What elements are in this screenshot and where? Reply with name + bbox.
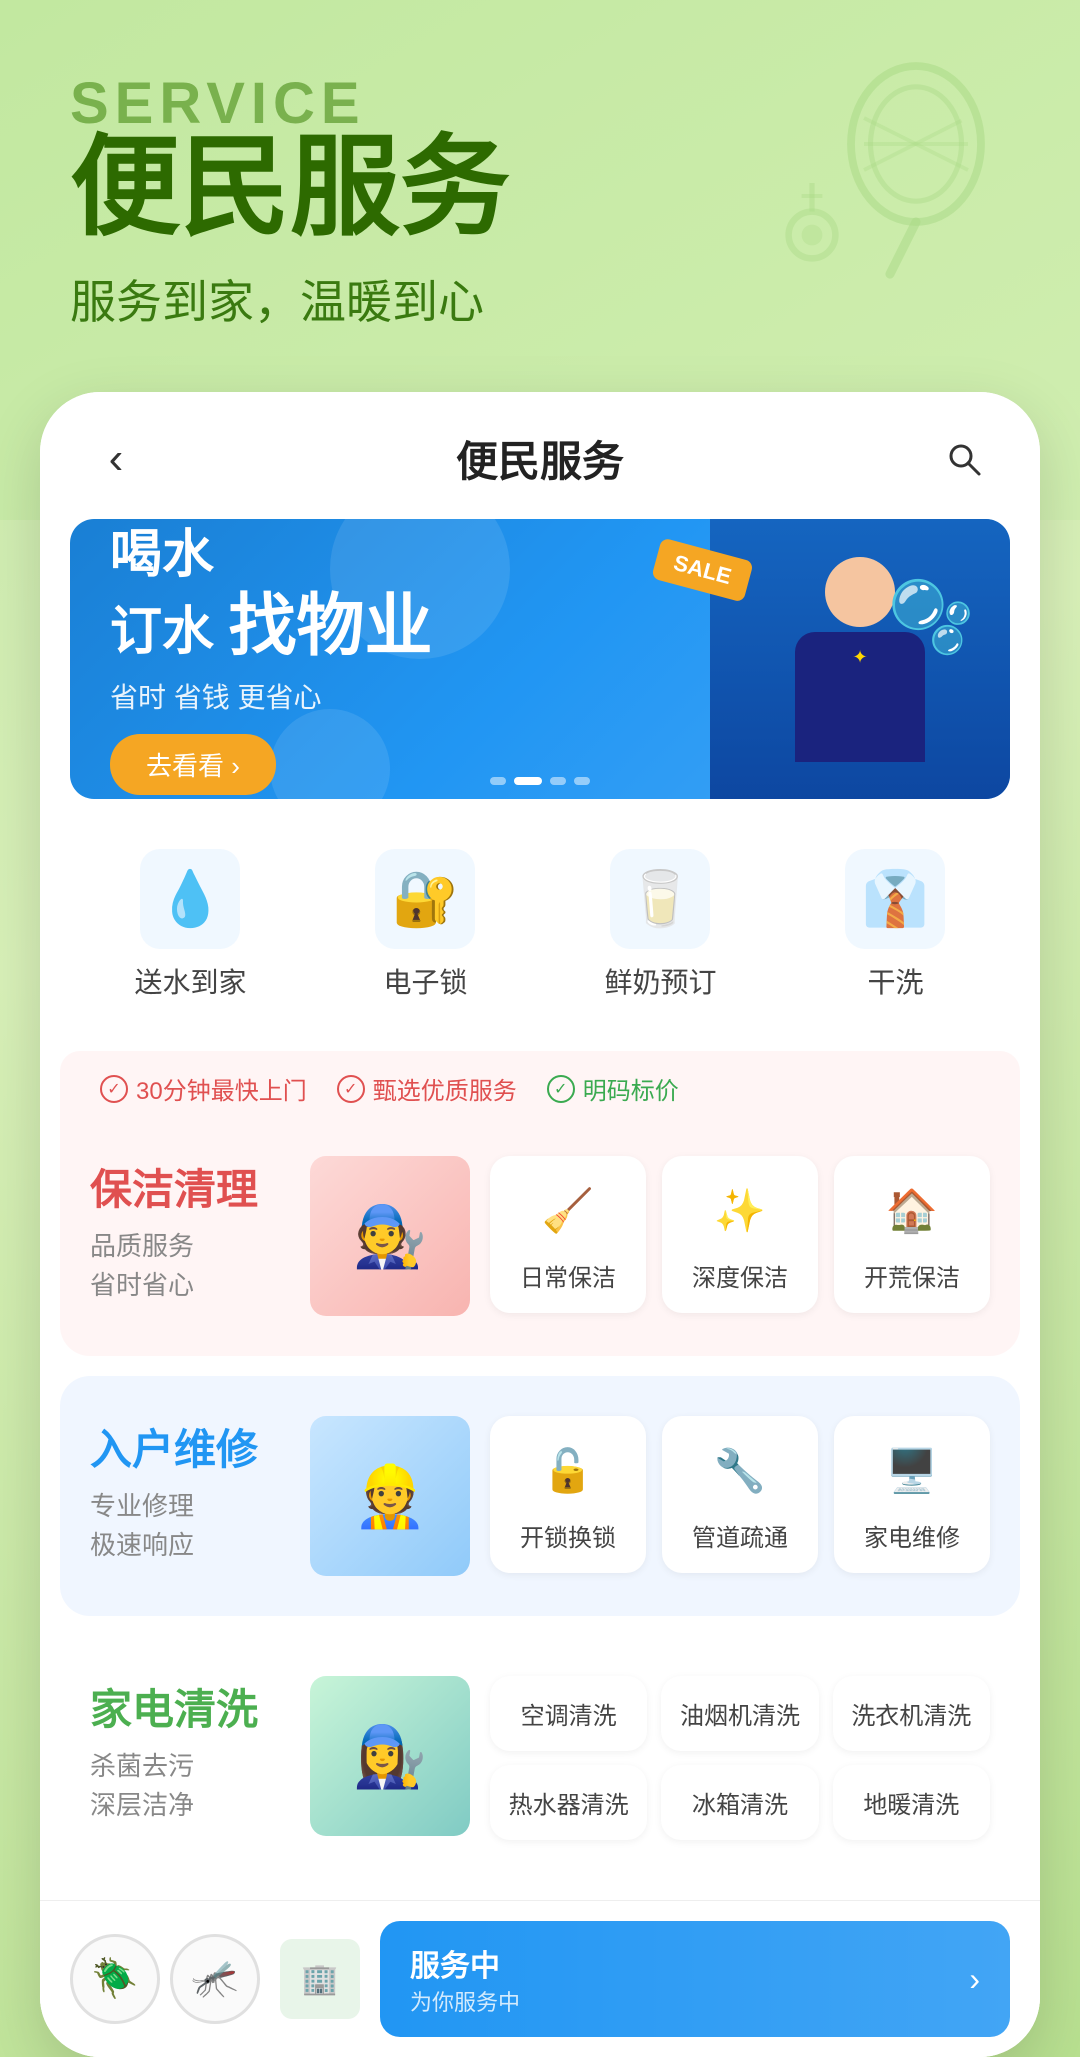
check-icon: ✓ xyxy=(100,1075,128,1103)
cleaning-info: 保洁清理 品质服务 省时省心 xyxy=(90,1156,290,1305)
cleaning-desc: 品质服务 省时省心 xyxy=(90,1227,290,1305)
service-btn-content: 服务中 为你服务中 xyxy=(410,1941,520,2017)
cleaning-item-move-in[interactable]: 🏠 开荒保洁 xyxy=(834,1156,990,1313)
hero-subtitle: 服务到家，温暖到心 xyxy=(70,266,1010,332)
cleaning-body: 保洁清理 品质服务 省时省心 🧑‍🔧 🧹 日常保洁 xyxy=(90,1156,990,1316)
badge-price: ✓ 明码标价 xyxy=(547,1071,679,1106)
service-sub-text: 为你服务中 xyxy=(410,1985,520,2017)
repair-info: 入户维修 专业修理 极速响应 xyxy=(90,1416,290,1565)
pest-icon-1: 🪲 xyxy=(70,1934,160,2024)
appliance-section: 家电清洗 杀菌去污 深层洁净 👩‍🔧 空调清洗 油烟机清洗 xyxy=(60,1636,1020,1880)
banner-dots xyxy=(490,777,590,785)
repair-item-pipe[interactable]: 🔧 管道疏通 xyxy=(662,1416,818,1573)
banner-dot-4 xyxy=(574,777,590,785)
quick-item-drycleaning[interactable]: 👔 干洗 xyxy=(845,849,945,1001)
cleaning-person: 🧑‍🔧 xyxy=(310,1156,470,1316)
hero-service-en: SERVICE xyxy=(70,70,1010,137)
appliance-person: 👩‍🔧 xyxy=(310,1676,470,1836)
quick-item-milk[interactable]: 🥛 鲜奶预订 xyxy=(604,849,716,1001)
quick-item-lock[interactable]: 🔐 电子锁 xyxy=(375,849,475,1001)
repair-title: 入户维修 xyxy=(90,1416,290,1477)
appliance-title: 家电清洗 xyxy=(90,1676,290,1737)
daily-cleaning-icon: 🧹 xyxy=(533,1176,603,1246)
bottom-arrow-icon: › xyxy=(969,1961,980,1998)
repair-person: 👷 xyxy=(310,1416,470,1576)
banner[interactable]: 喝水 订水 找物业 省时 省钱 更省心 去看看 › ✦ 🫧 SALE xyxy=(70,519,1010,799)
appliance-items: 空调清洗 油烟机清洗 洗衣机清洗 热水器清洗 冰箱清洗 地暖 xyxy=(490,1676,990,1840)
check-icon-3: ✓ xyxy=(547,1075,575,1103)
repair-item-appliance[interactable]: 🖥️ 家电维修 xyxy=(834,1416,990,1573)
cleaning-title: 保洁清理 xyxy=(90,1156,290,1217)
lock-repair-icon: 🔓 xyxy=(533,1436,603,1506)
badge-fast: ✓ 30分钟最快上门 xyxy=(100,1071,307,1106)
appliance-item-ac[interactable]: 空调清洗 xyxy=(490,1676,647,1751)
banner-person: ✦ 🫧 xyxy=(710,519,1010,799)
repair-item-lock[interactable]: 🔓 开锁换锁 xyxy=(490,1416,646,1573)
search-button[interactable] xyxy=(938,433,990,485)
cleaning-item-daily[interactable]: 🧹 日常保洁 xyxy=(490,1156,646,1313)
topbar: ‹ 便民服务 xyxy=(40,392,1040,519)
services-wrap: ✓ 30分钟最快上门 ✓ 甄选优质服务 ✓ 明码标价 保洁清理 品质服务 省时省… xyxy=(40,1051,1040,2057)
quick-icons: 💧 送水到家 🔐 电子锁 🥛 鲜奶预订 👔 干洗 xyxy=(40,829,1040,1031)
hero-section: SERVICE 便民服务 服务到家，温暖到心 xyxy=(0,0,1080,332)
quick-item-label-milk: 鲜奶预订 xyxy=(604,961,716,1001)
milk-icon-box: 🥛 xyxy=(610,849,710,949)
banner-dot-1 xyxy=(490,777,506,785)
pipe-icon: 🔧 xyxy=(705,1436,775,1506)
water-icon-box: 💧 xyxy=(140,849,240,949)
deep-cleaning-icon: ✨ xyxy=(705,1176,775,1246)
appliance-info: 家电清洗 杀菌去污 深层洁净 xyxy=(90,1676,290,1825)
cleaning-section: 保洁清理 品质服务 省时省心 🧑‍🔧 🧹 日常保洁 xyxy=(60,1116,1020,1356)
service-active-btn[interactable]: 服务中 为你服务中 › xyxy=(380,1921,1010,2037)
check-icon-2: ✓ xyxy=(337,1075,365,1103)
back-button[interactable]: ‹ xyxy=(90,433,142,485)
banner-dot-3 xyxy=(550,777,566,785)
repair-body: 入户维修 专业修理 极速响应 👷 🔓 开锁换锁 🔧 xyxy=(90,1416,990,1576)
page-title: 便民服务 xyxy=(456,428,624,489)
appliance-item-washer[interactable]: 洗衣机清洗 xyxy=(833,1676,990,1751)
badges-row: ✓ 30分钟最快上门 ✓ 甄选优质服务 ✓ 明码标价 xyxy=(60,1051,1020,1116)
banner-btn[interactable]: 去看看 › xyxy=(110,734,276,795)
drycleaning-icon-box: 👔 xyxy=(845,849,945,949)
hero-service-cn: 便民服务 xyxy=(70,127,1010,248)
pest-icon-2: 🦟 xyxy=(170,1934,260,2024)
quick-item-label-drycleaning: 干洗 xyxy=(867,961,923,1001)
quick-item-label-water: 送水到家 xyxy=(134,961,246,1001)
appliance-item-heater[interactable]: 热水器清洗 xyxy=(490,1765,647,1840)
pest-icons: 🪲 🦟 xyxy=(70,1934,260,2024)
banner-main-text: 喝水 订水 找物业 xyxy=(110,524,432,668)
appliance-desc: 杀菌去污 深层洁净 xyxy=(90,1747,290,1825)
banner-dot-2 xyxy=(514,777,542,785)
movein-cleaning-icon: 🏠 xyxy=(877,1176,947,1246)
repair-section: 入户维修 专业修理 极速响应 👷 🔓 开锁换锁 🔧 xyxy=(60,1376,1020,1616)
service-thumbnail: 🏢 xyxy=(280,1939,360,2019)
service-in-progress-text: 服务中 xyxy=(410,1941,520,1985)
repair-items: 🔓 开锁换锁 🔧 管道疏通 🖥️ 家电维修 xyxy=(490,1416,990,1573)
cleaning-items: 🧹 日常保洁 ✨ 深度保洁 🏠 开荒保洁 xyxy=(490,1156,990,1313)
phone-card: ‹ 便民服务 喝水 订水 找物业 省时 省钱 更省心 去看看 › xyxy=(40,392,1040,2057)
lock-icon-box: 🔐 xyxy=(375,849,475,949)
appliance-repair-icon: 🖥️ xyxy=(877,1436,947,1506)
cleaning-item-deep[interactable]: ✨ 深度保洁 xyxy=(662,1156,818,1313)
badge-quality: ✓ 甄选优质服务 xyxy=(337,1071,517,1106)
appliance-item-floor-heating[interactable]: 地暖清洗 xyxy=(833,1765,990,1840)
appliance-item-fridge[interactable]: 冰箱清洗 xyxy=(661,1765,818,1840)
repair-desc: 专业修理 极速响应 xyxy=(90,1487,290,1565)
banner-text-area: 喝水 订水 找物业 省时 省钱 更省心 去看看 › xyxy=(70,519,472,799)
bottom-bar: 🪲 🦟 🏢 服务中 为你服务中 › xyxy=(40,1900,1040,2057)
quick-item-water[interactable]: 💧 送水到家 xyxy=(134,849,246,1001)
appliance-item-hood[interactable]: 油烟机清洗 xyxy=(661,1676,818,1751)
quick-item-label-lock: 电子锁 xyxy=(383,961,467,1001)
appliance-body: 家电清洗 杀菌去污 深层洁净 👩‍🔧 空调清洗 油烟机清洗 xyxy=(90,1676,990,1840)
banner-sub-text: 省时 省钱 更省心 xyxy=(110,676,432,716)
